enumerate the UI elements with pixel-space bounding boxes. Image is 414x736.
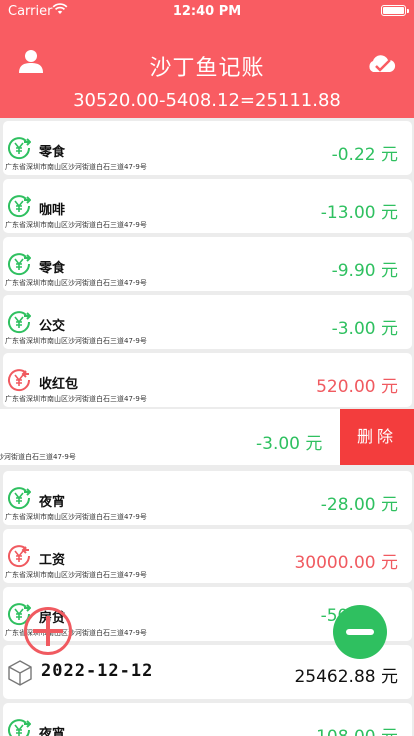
expense-yuan-icon [8, 487, 31, 510]
record-card[interactable]: 零食 -0.22 元 广东省深圳市南山区沙河街道白石三道47-9号 [3, 121, 412, 175]
cloud-check-icon[interactable] [366, 52, 396, 76]
record-card[interactable]: 夜宵 -108.00 元 [3, 703, 412, 736]
record-amount: -108.00 元 [310, 722, 398, 736]
swiped-record-row[interactable]: -3.00 元 沙河街道白石三道47-9号 删除 [0, 409, 414, 465]
record-amount: 520.00 元 [316, 377, 398, 397]
record-address: 广东省深圳市南山区沙河街道白石三道47-9号 [5, 571, 147, 579]
record-address: 沙河街道白石三道47-9号 [0, 453, 76, 461]
record-card[interactable]: 收红包 520.00 元 广东省深圳市南山区沙河街道白石三道47-9号 [3, 353, 412, 407]
record-category: 零食 [39, 145, 66, 160]
battery-fill [383, 7, 404, 14]
balance-summary: 30520.00-5408.12=25111.88 [73, 90, 341, 111]
app-header: Carrier 12:40 PM 沙丁鱼记账 30520.00-5408.12=… [0, 0, 414, 118]
record-category: 工资 [39, 553, 66, 568]
expense-yuan-icon [8, 719, 31, 736]
income-yuan-icon [8, 545, 31, 568]
record-amount: 30000.00 元 [294, 553, 398, 573]
expense-yuan-icon [8, 137, 31, 160]
record-amount: -0.22 元 [331, 145, 398, 165]
delete-button[interactable]: 删除 [340, 409, 414, 465]
record-amount: -9.90 元 [331, 261, 398, 281]
record-category: 夜宵 [39, 727, 66, 736]
record-address: 广东省深圳市南山区沙河街道白石三道47-9号 [5, 221, 147, 229]
record-address: 广东省深圳市南山区沙河街道白石三道47-9号 [5, 513, 147, 521]
add-income-button[interactable] [24, 607, 72, 655]
income-yuan-icon [8, 369, 31, 392]
record-category: 零食 [39, 261, 66, 276]
record-address: 广东省深圳市南山区沙河街道白石三道47-9号 [5, 163, 147, 171]
record-address: 广东省深圳市南山区沙河街道白石三道47-9号 [5, 279, 147, 287]
app-title: 沙丁鱼记账 [149, 56, 265, 81]
expense-yuan-icon [8, 195, 31, 218]
group-total: 25462.88 元 [294, 667, 398, 687]
expense-yuan-icon [8, 311, 31, 334]
record-card[interactable]: 咖啡 -13.00 元 广东省深圳市南山区沙河街道白石三道47-9号 [3, 179, 412, 233]
cube-icon [8, 660, 32, 686]
record-card[interactable]: 零食 -9.90 元 广东省深圳市南山区沙河街道白石三道47-9号 [3, 237, 412, 291]
battery-icon [381, 5, 409, 16]
record-card[interactable]: 夜宵 -28.00 元 广东省深圳市南山区沙河街道白石三道47-9号 [3, 471, 412, 525]
record-amount: -3.00 元 [331, 319, 398, 339]
add-expense-button[interactable] [333, 605, 387, 659]
record-amount: -28.00 元 [320, 495, 398, 515]
record-category: 咖啡 [39, 203, 66, 218]
clock: 12:40 PM [172, 4, 242, 19]
record-card[interactable]: 公交 -3.00 元 广东省深圳市南山区沙河街道白石三道47-9号 [3, 295, 412, 349]
status-bar: Carrier 12:40 PM [0, 0, 414, 22]
group-date: 2022-12-12 [41, 661, 154, 681]
record-address: 广东省深圳市南山区沙河街道白石三道47-9号 [5, 395, 147, 403]
record-amount: -13.00 元 [320, 203, 398, 223]
record-category: 收红包 [39, 377, 79, 392]
record-category: 夜宵 [39, 495, 66, 510]
record-category: 公交 [39, 319, 66, 334]
expense-yuan-icon [8, 253, 31, 276]
record-card[interactable]: 工资 30000.00 元 广东省深圳市南山区沙河街道白石三道47-9号 [3, 529, 412, 583]
record-amount: -3.00 元 [256, 434, 323, 454]
record-address: 广东省深圳市南山区沙河街道白石三道47-9号 [5, 337, 147, 345]
